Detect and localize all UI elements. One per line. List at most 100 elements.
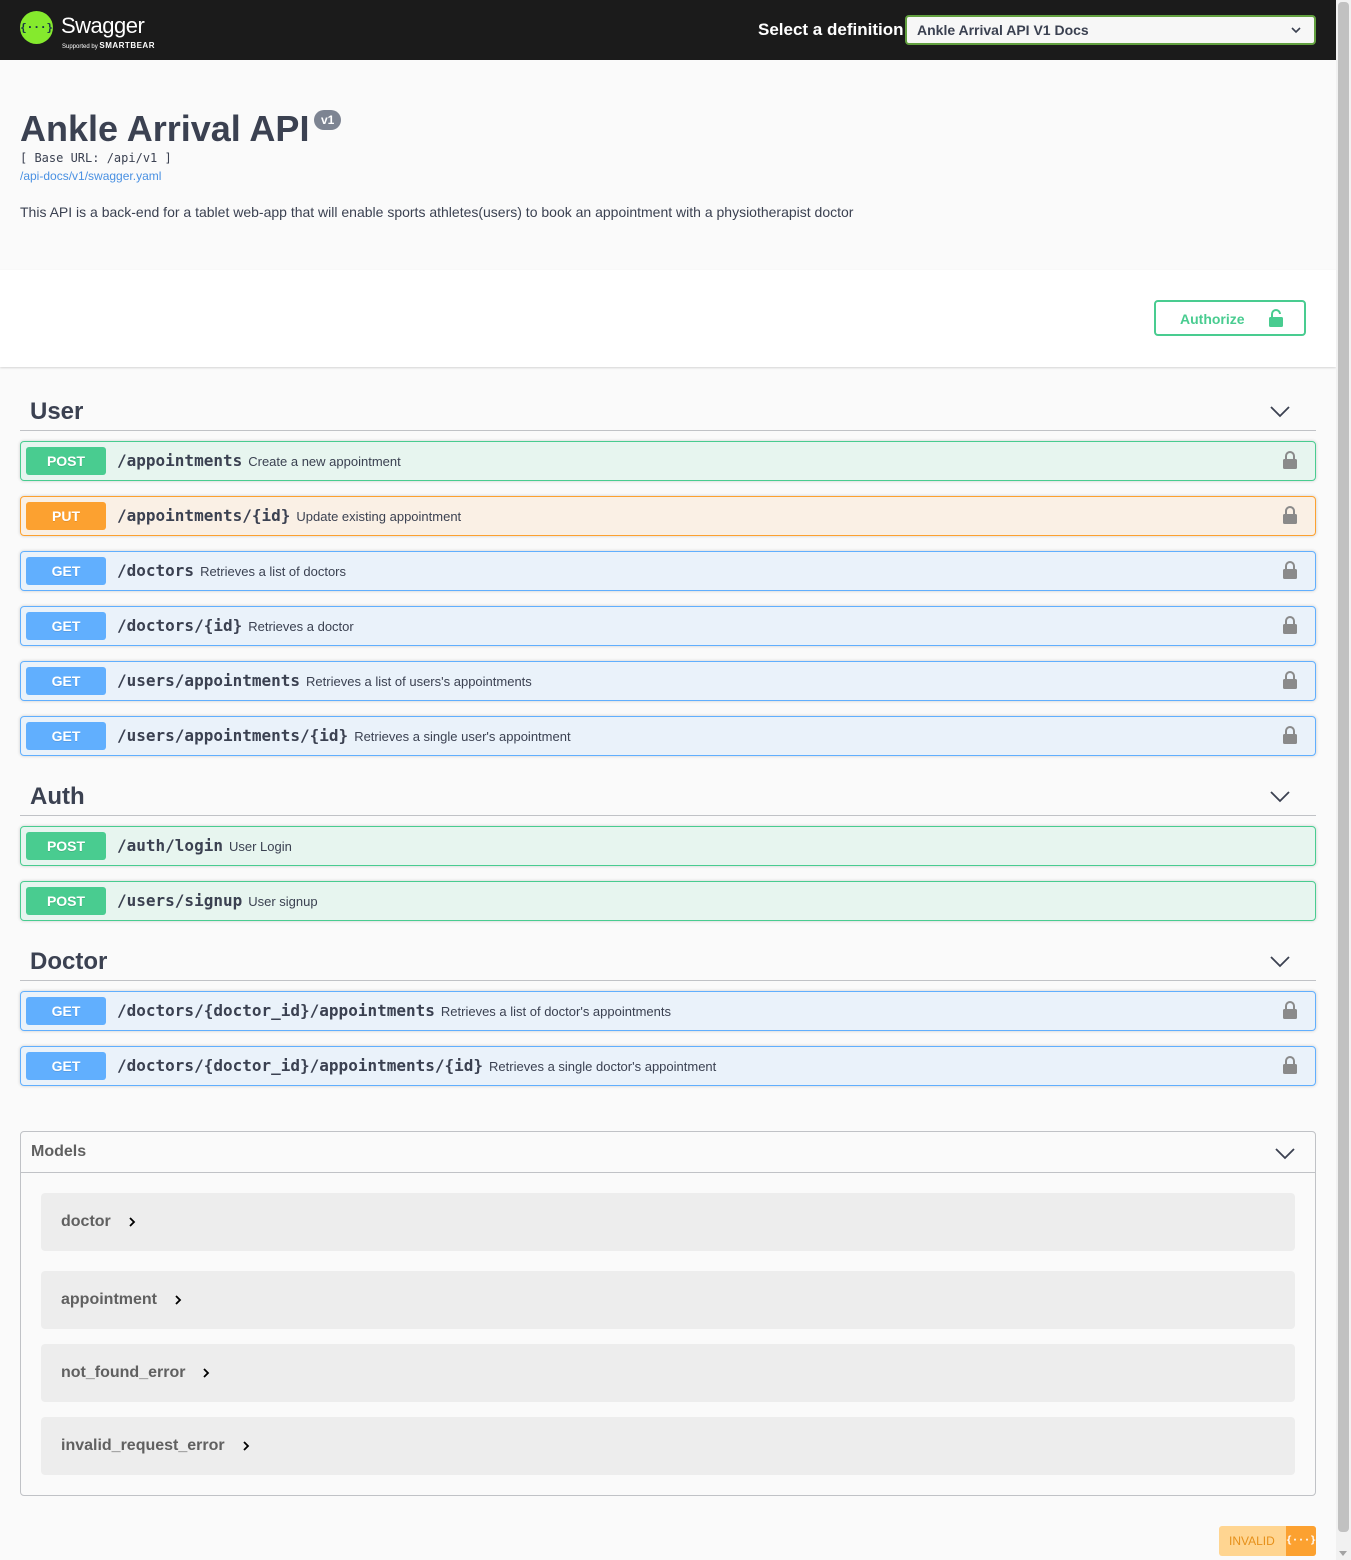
model-name: appointment [61,1291,183,1309]
operation-path: /doctors Retrieves a list of doctors [117,561,346,580]
lock-icon[interactable] [1283,451,1297,469]
path-text: /doctors [117,561,195,580]
method-badge: GET [26,1052,106,1080]
operation-summary: Create a new appointment [248,454,401,469]
lock-icon[interactable] [1283,616,1297,634]
operation-summary: Retrieves a doctor [248,619,354,634]
chevron-right-icon [129,1217,136,1227]
operation-put-appointment[interactable]: PUT /appointments/{id} Update existing ap… [20,496,1316,536]
operation-post-appointments[interactable]: POST /appointments Create a new appointme… [20,441,1316,481]
model-name: invalid_request_error [61,1437,251,1455]
swagger-logo[interactable]: {···} Swagger Supported by SMARTBEAR [20,11,170,51]
path-text: /appointments [117,451,243,470]
lock-open-icon [1269,309,1283,327]
operation-path: /appointments Create a new appointment [117,451,401,470]
section-title: Auth [30,783,85,810]
operation-get-doctor-appointments[interactable]: GET /doctors/{doctor_id}/appointments Ret… [20,991,1316,1031]
model-label: appointment [61,1291,157,1308]
scroll-down-arrow-icon[interactable] [1339,1551,1347,1556]
chevron-down-icon [1270,406,1290,418]
chevron-right-icon [242,1441,249,1451]
operation-path: /doctors/{doctor_id}/appointments Retriev… [117,1001,671,1020]
operation-path: /users/appointments Retrieves a list of u… [117,671,532,690]
operation-get-doctor-appointment[interactable]: GET /doctors/{doctor_id}/appointments/{i… [20,1046,1316,1086]
validator-badge[interactable]: INVALID {···} [1219,1526,1316,1556]
chevron-right-icon [203,1368,210,1378]
logo-sub-brand: SMARTBEAR [99,41,155,50]
logo-name: Swagger [61,13,145,38]
api-info: Ankle Arrival API v1 [ Base URL: /api/v1… [20,108,1320,220]
path-text: /users/appointments [117,671,301,690]
method-badge: GET [26,722,106,750]
model-not-found-error[interactable]: not_found_error [41,1344,1295,1402]
models-header[interactable]: Models [21,1132,1315,1173]
method-badge: GET [26,612,106,640]
path-text: /doctors/{id} [117,616,243,635]
lock-icon[interactable] [1283,726,1297,744]
method-badge: POST [26,887,106,915]
method-badge: PUT [26,502,106,530]
models-title: Models [31,1143,87,1160]
operation-get-doctors[interactable]: GET /doctors Retrieves a list of doctors [20,551,1316,591]
operation-post-auth-login[interactable]: POST /auth/login User Login [20,826,1316,866]
section-auth[interactable]: Auth [20,775,1316,816]
api-description: This API is a back-end for a tablet web-… [20,204,854,220]
lock-icon[interactable] [1283,1056,1297,1074]
base-url: [ Base URL: /api/v1 ] [20,151,172,165]
operation-summary: User Login [228,839,292,854]
model-name: doctor [61,1213,137,1231]
operation-path: /auth/login User Login [117,836,292,855]
operation-path: /doctors/{id} Retrieves a doctor [117,616,354,635]
version-badge: v1 [314,110,342,130]
section-title: User [30,398,84,425]
operation-summary: Retrieves a list of doctors [200,564,347,579]
chevron-down-icon [1270,956,1290,968]
model-label: invalid_request_error [61,1437,225,1454]
method-badge: GET [26,667,106,695]
operation-path: /appointments/{id} Update existing appoin… [117,506,461,525]
page-title: Ankle Arrival API [20,108,310,149]
section-title: Doctor [30,948,108,975]
operation-get-users-appointments[interactable]: GET /users/appointments Retrieves a list … [20,661,1316,701]
operation-summary: Retrieves a list of doctor's appointment… [440,1004,671,1019]
definition-label: Select a definition [758,20,904,39]
operation-path: /users/appointments/{id} Retrieves a sing… [117,726,571,745]
definition-select[interactable]: Ankle Arrival API V1 Docs [905,15,1316,45]
spec-link[interactable]: /api-docs/v1/swagger.yaml [20,169,161,183]
authorize-button[interactable]: Authorize [1154,300,1306,336]
method-badge: GET [26,557,106,585]
scrollbar-thumb[interactable] [1338,2,1349,1532]
lock-icon[interactable] [1283,1001,1297,1019]
model-doctor[interactable]: doctor [41,1193,1295,1251]
operation-get-users-appointment[interactable]: GET /users/appointments/{id} Retrieves a … [20,716,1316,756]
lock-icon[interactable] [1283,561,1297,579]
operation-path: /users/signup User signup [117,891,318,910]
models-section: Models doctor appointment not_found_erro… [20,1131,1316,1496]
model-invalid-request-error[interactable]: invalid_request_error [41,1417,1295,1475]
lock-icon[interactable] [1283,671,1297,689]
chevron-right-icon [175,1295,182,1305]
definition-selected-value: Ankle Arrival API V1 Docs [917,22,1089,38]
operation-summary: Retrieves a single doctor's appointment [489,1059,717,1074]
scheme-container: Authorize [0,270,1336,367]
authorize-label: Authorize [1180,311,1245,327]
vertical-scrollbar[interactable] [1336,0,1351,1560]
model-appointment[interactable]: appointment [41,1271,1295,1329]
section-doctor[interactable]: Doctor [20,940,1316,981]
method-badge: POST [26,447,106,475]
path-text: /auth/login [117,836,223,855]
method-badge: GET [26,997,106,1025]
operation-post-users-signup[interactable]: POST /users/signup User signup [20,881,1316,921]
model-name: not_found_error [61,1364,211,1382]
path-text: /appointments/{id} [117,506,291,525]
method-badge: POST [26,832,106,860]
operation-get-doctor[interactable]: GET /doctors/{id} Retrieves a doctor [20,606,1316,646]
chevron-down-icon [1275,1148,1295,1160]
topbar: {···} Swagger Supported by SMARTBEAR Sel… [0,0,1336,60]
section-user[interactable]: User [20,390,1316,431]
lock-icon[interactable] [1283,506,1297,524]
model-label: not_found_error [61,1364,186,1381]
operation-path: /doctors/{doctor_id}/appointments/{id} Re… [117,1056,716,1075]
operation-summary: User signup [248,894,318,909]
path-text: /doctors/{doctor_id}/appointments/{id} [117,1056,484,1075]
